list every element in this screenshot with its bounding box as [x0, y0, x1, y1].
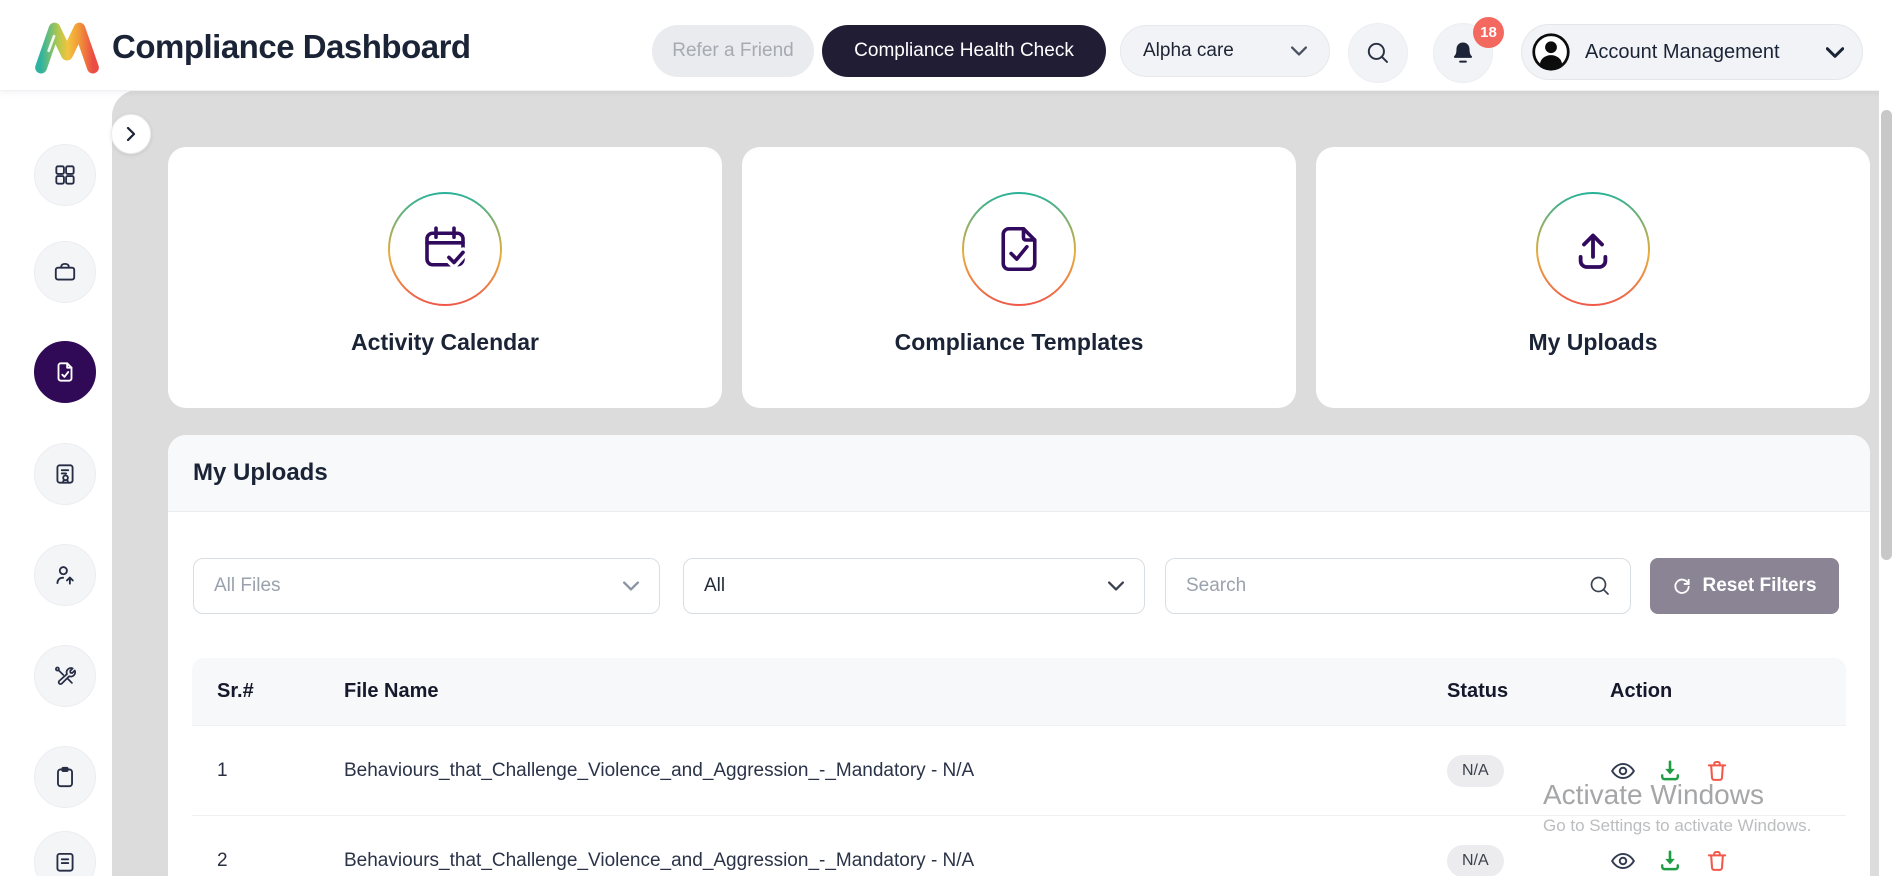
download-icon[interactable]	[1657, 848, 1683, 874]
search-field	[1165, 558, 1631, 614]
compliance-dashboard-page: Compliance Dashboard Refer a Friend Comp…	[0, 0, 1894, 876]
column-header-action: Action	[1610, 680, 1673, 702]
view-icon[interactable]	[1610, 758, 1636, 784]
grid-icon	[55, 165, 75, 185]
calendar-check-icon	[425, 226, 469, 268]
file-type-filter-dropdown[interactable]: All Files	[193, 558, 660, 614]
refer-a-friend-button[interactable]: Refer a Friend	[652, 25, 814, 77]
panel-header: My Uploads	[168, 435, 1870, 512]
upload-icon	[1578, 233, 1608, 269]
table-row: 2 Behaviours_that_Challenge_Violence_and…	[192, 815, 1846, 876]
notification-count-badge: 18	[1473, 17, 1504, 48]
card-label: My Uploads	[1528, 329, 1658, 355]
compliance-templates-card[interactable]: Compliance Templates	[742, 147, 1296, 408]
card-label: Activity Calendar	[351, 329, 539, 355]
account-menu-label: Account Management	[1585, 40, 1780, 63]
organization-selector[interactable]: Alpha care	[1120, 25, 1330, 77]
column-header-sr: Sr.#	[217, 680, 254, 702]
search-button[interactable]	[1348, 23, 1408, 83]
sidebar-expand-button[interactable]	[111, 114, 151, 154]
my-uploads-panel: My Uploads All Files All Search Reset Fi…	[168, 435, 1870, 876]
scrollbar-thumb[interactable]	[1881, 110, 1892, 560]
table-row: 1 Behaviours_that_Challenge_Violence_and…	[192, 725, 1846, 815]
sidebar-item-briefcase[interactable]	[34, 241, 96, 303]
status-filter-value: All	[704, 575, 726, 596]
status-filter-dropdown[interactable]: All	[683, 558, 1145, 614]
top-header: Compliance Dashboard Refer a Friend Comp…	[0, 0, 1894, 91]
chevron-down-icon	[1291, 46, 1307, 56]
compliance-health-check-button[interactable]: Compliance Health Check	[822, 25, 1106, 77]
sidebar-item-clipboard[interactable]	[34, 746, 96, 808]
sidebar-item-dashboard[interactable]	[34, 144, 96, 206]
bell-icon	[1453, 42, 1473, 63]
tools-icon	[55, 666, 76, 685]
organization-selector-value: Alpha care	[1143, 40, 1234, 61]
search-icon	[1367, 42, 1388, 63]
delete-icon[interactable]	[1704, 848, 1730, 874]
brand-logo-icon	[35, 22, 99, 74]
activity-calendar-card[interactable]: Activity Calendar	[168, 147, 722, 408]
notes-icon	[56, 852, 74, 872]
account-menu[interactable]: Account Management	[1521, 24, 1863, 80]
panel-title: My Uploads	[193, 459, 328, 486]
filters-row: All Files All Search Reset Filters	[193, 558, 1839, 614]
chevron-down-icon	[623, 581, 639, 591]
notifications-button[interactable]: 18	[1433, 17, 1504, 83]
clipboard-icon	[57, 766, 73, 788]
sidebar-item-staff-upload[interactable]	[34, 544, 96, 606]
download-icon[interactable]	[1657, 758, 1683, 784]
sidebar-item-tools[interactable]	[34, 645, 96, 707]
chevron-down-icon	[1826, 46, 1844, 58]
document-check-icon	[1001, 226, 1037, 272]
row-file-name: Behaviours_that_Challenge_Violence_and_A…	[344, 759, 975, 781]
my-uploads-card[interactable]: My Uploads	[1316, 147, 1870, 408]
search-icon	[1590, 576, 1609, 595]
avatar-icon	[1532, 33, 1570, 71]
chevron-down-icon	[1108, 581, 1124, 591]
status-badge: N/A	[1447, 844, 1504, 876]
chevron-right-icon	[126, 127, 136, 141]
file-check-icon	[57, 362, 73, 382]
column-header-status: Status	[1447, 680, 1509, 702]
sidebar-item-certificate[interactable]	[34, 443, 96, 505]
left-sidebar	[0, 90, 112, 876]
certificate-icon	[56, 464, 74, 484]
row-serial: 1	[217, 759, 228, 781]
search-input[interactable]	[1184, 574, 1588, 598]
column-header-file-name: File Name	[344, 680, 439, 702]
gradient-ring	[1536, 192, 1650, 306]
refresh-icon	[1674, 578, 1691, 594]
sidebar-item-compliance-documents[interactable]	[34, 341, 96, 403]
gradient-ring	[388, 192, 502, 306]
briefcase-icon	[54, 262, 76, 281]
delete-icon[interactable]	[1704, 758, 1730, 784]
row-file-name: Behaviours_that_Challenge_Violence_and_A…	[344, 849, 975, 871]
shortcut-cards: Activity Calendar Compliance Templates M…	[168, 147, 1870, 408]
uploads-table: Sr.# File Name Status Action 1 Behaviour…	[192, 658, 1846, 876]
status-badge: N/A	[1447, 754, 1504, 787]
reset-filters-button[interactable]: Reset Filters	[1650, 558, 1839, 614]
file-type-filter-value: All Files	[214, 575, 281, 596]
page-title: Compliance Dashboard	[112, 28, 471, 65]
card-label: Compliance Templates	[894, 329, 1144, 355]
sidebar-item-notes[interactable]	[34, 831, 96, 876]
view-icon[interactable]	[1610, 848, 1636, 874]
table-header-row: Sr.# File Name Status Action	[192, 658, 1846, 725]
reset-filters-label: Reset Filters	[1702, 575, 1817, 596]
user-upload-icon	[56, 566, 74, 585]
scrollbar-track	[1879, 0, 1894, 876]
row-serial: 2	[217, 849, 228, 871]
gradient-ring	[962, 192, 1076, 306]
